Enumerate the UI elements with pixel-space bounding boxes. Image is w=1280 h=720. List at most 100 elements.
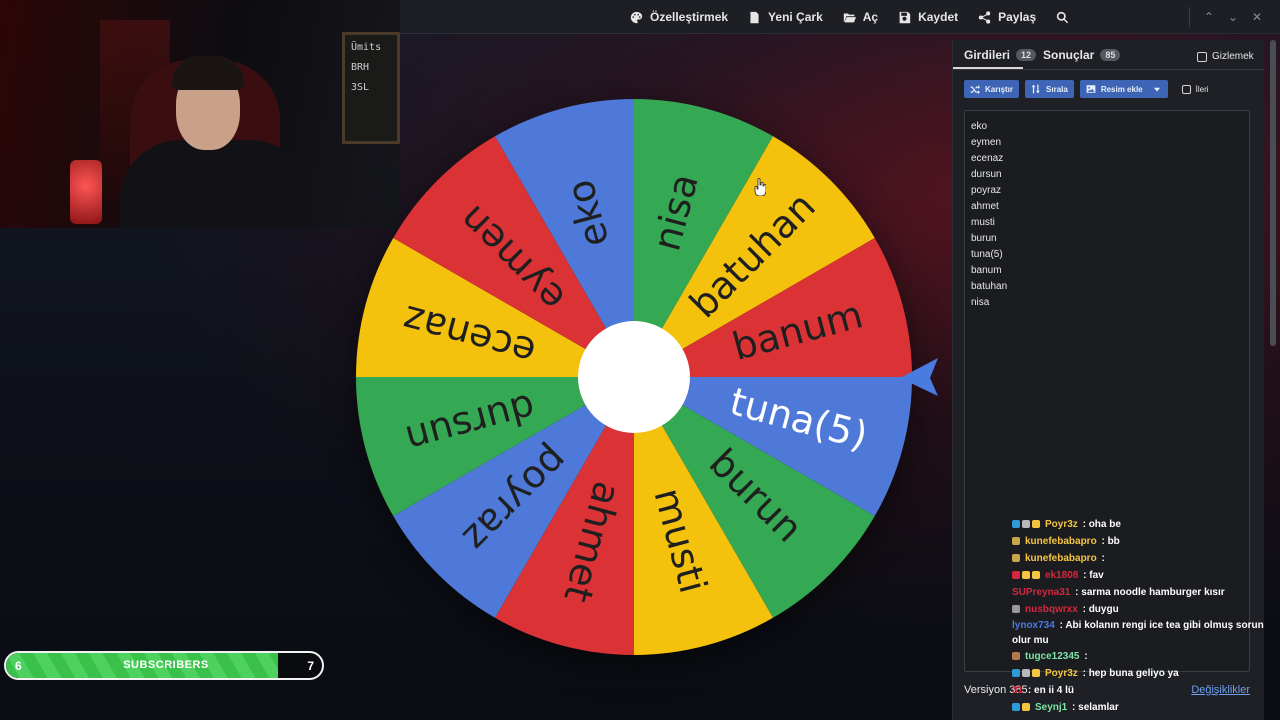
sort-icon	[1031, 84, 1040, 94]
advanced-checkbox-box[interactable]	[1181, 84, 1191, 94]
palette-icon	[630, 11, 643, 23]
entry-actions: Karıştır Sırala Resim ekle İleri	[964, 80, 1209, 98]
webcam-overlay: Ümits BRH 3SL	[0, 0, 400, 228]
chat-separator: :	[1079, 668, 1089, 679]
chat-message: kunefebabapro : bb	[1012, 533, 1280, 550]
folder-open-icon	[843, 12, 856, 22]
chat-badges	[1012, 516, 1042, 533]
sort-label: Sırala	[1046, 84, 1068, 94]
chat-badge-icon	[1022, 520, 1030, 528]
window-controls: ⌃ ⌄ ✕	[1188, 0, 1262, 34]
page-scrollbar[interactable]	[1270, 40, 1276, 346]
entry-line: tuna(5)	[971, 249, 1003, 260]
chat-overlay: Poyr3z : oha be kunefebabapro : bb kunefeb…	[1012, 516, 1280, 716]
chat-badge-icon	[1012, 571, 1020, 579]
entry-line: eko	[971, 121, 988, 132]
chat-separator: :	[1081, 651, 1088, 662]
chalkboard-line: 3SL	[351, 82, 370, 93]
chat-message: SUPreyna31 : sarma noodle hamburger kısı…	[1012, 584, 1280, 601]
tab-results-label: Sonuçlar	[1043, 48, 1095, 62]
chat-badge-icon	[1012, 669, 1020, 677]
chat-badge-icon	[1012, 703, 1020, 711]
chevron-up-icon[interactable]: ⌃	[1204, 10, 1214, 24]
entry-line: banum	[971, 265, 1002, 276]
share-label: Paylaş	[998, 10, 1037, 24]
share-icon	[978, 10, 991, 24]
open-button[interactable]: Aç	[843, 10, 878, 24]
tab-entries-count: 12	[1016, 49, 1037, 61]
image-icon	[1086, 85, 1096, 93]
wheel-pointer-icon	[900, 358, 938, 396]
chat-username: tugce12345	[1025, 651, 1080, 662]
chat-separator: :	[1098, 553, 1105, 564]
chat-separator: :	[1079, 604, 1089, 615]
chat-message: tugce12345 :	[1012, 648, 1280, 665]
chat-text: en ii 4 lü	[1034, 685, 1075, 696]
add-image-label: Resim ekle	[1100, 84, 1143, 94]
subscriber-label: SUBSCRIBERS	[123, 659, 209, 671]
chat-text: fav	[1089, 570, 1104, 581]
chalkboard-line: BRH	[351, 62, 370, 73]
chat-badge-icon	[1032, 520, 1040, 528]
customize-button[interactable]: Özelleştirmek	[630, 10, 728, 24]
entry-line: eymen	[971, 137, 1002, 148]
new-wheel-button[interactable]: Yeni Çark	[748, 10, 823, 24]
chat-message: ek1808 : fav	[1012, 567, 1280, 584]
chevron-down-icon[interactable]: ⌄	[1228, 10, 1238, 24]
tab-entries[interactable]: Girdileri 12	[964, 48, 1037, 62]
chat-separator: :	[1072, 587, 1082, 598]
chat-username: Seynj1	[1035, 702, 1068, 713]
wheel-center-hub[interactable]	[578, 321, 690, 433]
chat-username: nusbqwrxx	[1025, 604, 1078, 615]
chat-badges	[1012, 550, 1022, 567]
chat-message: Poyr3z : hep buna geliyo ya	[1012, 665, 1280, 682]
window-controls-divider	[1188, 7, 1190, 27]
chat-badge-icon	[1012, 652, 1020, 660]
chat-message: nusbqwrxx : duygu	[1012, 601, 1280, 618]
save-label: Kaydet	[918, 10, 959, 24]
save-button[interactable]: Kaydet	[898, 10, 958, 24]
advanced-checkbox[interactable]: İleri	[1181, 84, 1209, 94]
panel-tabs: Girdileri 12 Sonuçlar 85 Gizlemek	[953, 40, 1265, 70]
chat-badges	[1012, 665, 1042, 682]
chat-username: ek1808	[1045, 570, 1079, 581]
chat-separator: :	[1080, 570, 1090, 581]
chat-badge-icon	[1012, 554, 1020, 562]
chat-message: lynox734 : Abi kolanın rengi ice tea gib…	[1012, 618, 1280, 648]
entry-line: burun	[971, 233, 997, 244]
chalkboard-line: Ümits	[351, 42, 382, 53]
close-icon[interactable]: ✕	[1252, 10, 1262, 24]
entry-line: musti	[971, 217, 995, 228]
chat-text: oha be	[1088, 519, 1121, 530]
add-image-button[interactable]: Resim ekle	[1079, 80, 1168, 98]
webcam-lamp	[70, 160, 102, 224]
chat-badge-icon	[1012, 537, 1020, 545]
chat-separator: :	[1069, 702, 1079, 713]
webcam-person-hair	[172, 56, 244, 90]
sort-button[interactable]: Sırala	[1025, 80, 1074, 98]
chat-username: SUPreyna31	[1012, 587, 1071, 598]
shuffle-button[interactable]: Karıştır	[964, 80, 1020, 98]
caret-down-icon	[1153, 87, 1160, 92]
chat-separator: :	[1079, 519, 1089, 530]
chat-badge-icon	[1012, 605, 1020, 613]
floppy-disk-icon	[899, 11, 911, 23]
tab-results[interactable]: Sonuçlar 85	[1043, 48, 1121, 62]
chat-badge-icon	[1022, 571, 1030, 579]
chat-username: kunefebabapro	[1025, 553, 1097, 564]
chat-badges	[1012, 533, 1022, 550]
hide-checkbox[interactable]: Gizlemek	[1197, 51, 1254, 62]
entry-line: poyraz	[971, 185, 1002, 196]
hide-label: Gizlemek	[1212, 51, 1254, 62]
chat-badges	[1012, 699, 1032, 716]
chat-badge-icon	[1012, 520, 1020, 528]
chat-username: 31	[1012, 685, 1024, 696]
customize-label: Özelleştirmek	[650, 10, 729, 24]
search-button[interactable]	[1056, 11, 1069, 24]
entry-list: eko eymen ecenaz dursun poyraz ahmet musti buru…	[971, 119, 1243, 311]
spin-wheel[interactable]: eko nisabatuhanbanumtuna(5)burunmustiahme…	[354, 97, 914, 657]
chat-text: sarma noodle hamburger kısır	[1081, 587, 1225, 598]
share-button[interactable]: Paylaş	[978, 10, 1036, 24]
advanced-label: İleri	[1195, 84, 1209, 94]
hide-checkbox-box[interactable]	[1197, 51, 1207, 62]
